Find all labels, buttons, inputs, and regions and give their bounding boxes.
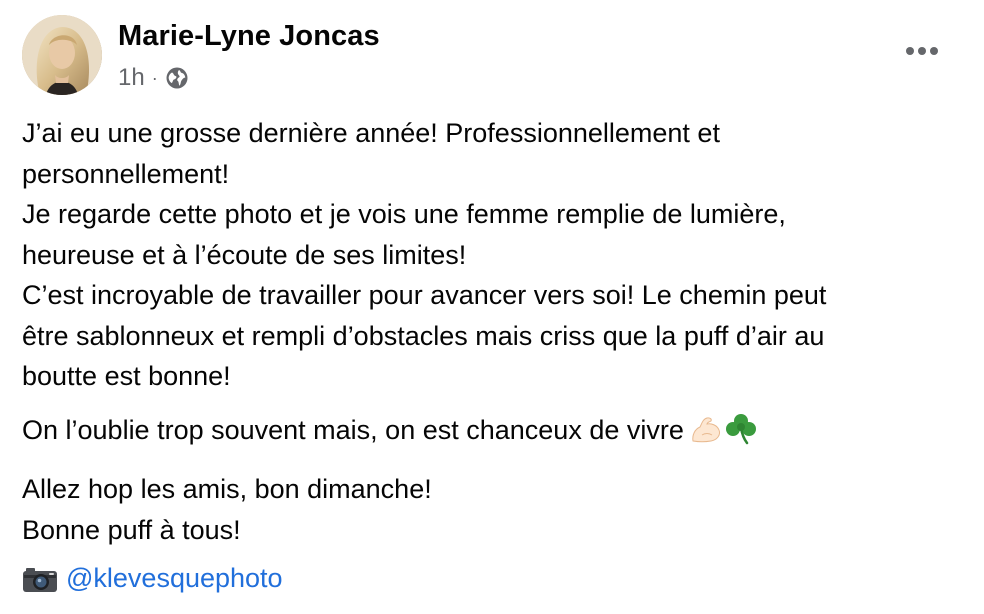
text-line: être sablonneux et rempli d’obstacles ma… [22,320,825,351]
more-options-button[interactable] [902,36,942,66]
globe-icon[interactable] [165,66,189,90]
camera-emoji [22,564,58,592]
text-line: Allez hop les amis, bon dimanche! [22,474,432,504]
text-line: heureuse et à l’écoute de ses limites! [22,239,467,270]
text-line: Je regarde cette photo et je vois une fe… [22,199,786,229]
avatar-image [22,15,102,95]
post-meta: 1h · [118,64,189,92]
timestamp[interactable]: 1h [118,64,145,92]
text-line: C’est incroyable de travailler pour avan… [22,280,827,310]
facebook-post: Marie-Lyne Joncas 1h · J’ai eu une gross… [0,0,984,614]
post-text: J’ai eu une grosse dernière année! Profe… [22,113,962,563]
text-line: Bonne puff à tous! [22,514,241,545]
text-line-with-emoji: On l’oublie trop souvent mais, on est ch… [22,410,962,457]
text-line: J’ai eu une grosse dernière année! Profe… [22,118,720,148]
text-line: On l’oublie trop souvent mais, on est ch… [22,414,684,445]
flexed-biceps-emoji [690,415,722,457]
shamrock-emoji [724,413,758,457]
text-line: boutte est bonne! [22,361,231,391]
avatar[interactable] [22,15,102,95]
paragraph-1: J’ai eu une grosse dernière année! Profe… [22,113,962,397]
photographer-link[interactable]: @klevesquephoto [66,558,283,598]
meta-separator: · [151,67,158,88]
text-line: personnellement! [22,158,230,189]
photo-credit: @klevesquephoto [22,558,283,598]
paragraph-2: On l’oublie trop souvent mais, on est ch… [22,410,962,457]
paragraph-3: Allez hop les amis, bon dimanche! Bonne … [22,469,962,550]
more-options-icon [906,47,938,55]
author-name[interactable]: Marie-Lyne Joncas [118,20,380,53]
